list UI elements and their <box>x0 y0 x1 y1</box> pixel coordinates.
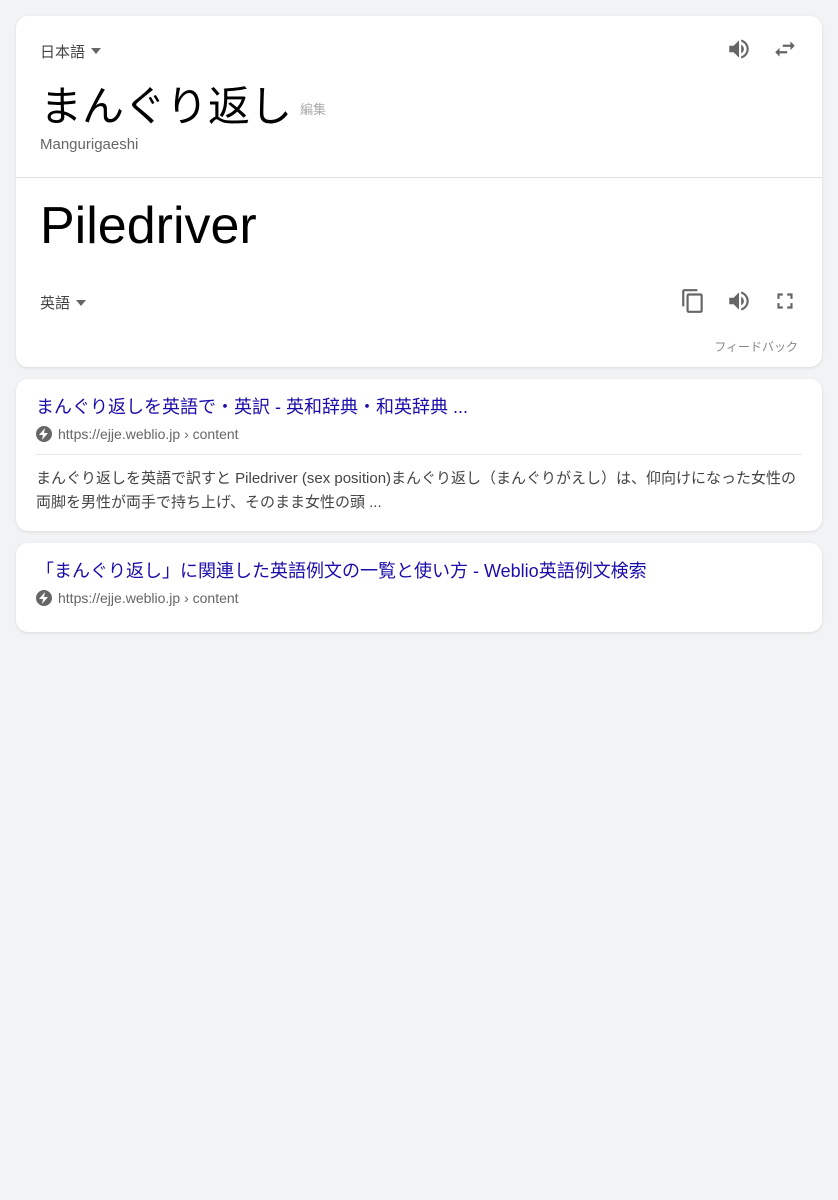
copy-icon[interactable] <box>680 288 706 318</box>
target-footer: 英語 <box>40 288 798 318</box>
search-result-2: 「まんぐり返し」に関連した英語例文の一覧と使い方 - Weblio英語例文検索 … <box>16 543 822 632</box>
lightning-icon-2 <box>36 590 52 606</box>
source-text: まんぐり返し編集 <box>40 82 798 132</box>
result-2-url: https://ejje.weblio.jp › content <box>58 590 239 606</box>
source-lang-dropdown-arrow <box>91 48 101 54</box>
target-language-label: 英語 <box>40 292 70 313</box>
feedback-label[interactable]: フィードバック <box>714 338 798 355</box>
translation-card: 日本語 まんぐり返し編集 Mangurigaeshi <box>16 16 822 367</box>
result-1-divider <box>36 454 802 455</box>
lightning-icon-1 <box>36 426 52 442</box>
target-speaker-icon[interactable] <box>726 288 752 318</box>
header-icon-group <box>726 36 798 66</box>
result-1-url-row: https://ejje.weblio.jp › content <box>36 426 802 442</box>
swap-languages-icon[interactable] <box>772 36 798 66</box>
source-section: 日本語 まんぐり返し編集 Mangurigaeshi <box>16 16 822 177</box>
result-2-url-row: https://ejje.weblio.jp › content <box>36 590 802 606</box>
source-language-label: 日本語 <box>40 41 85 62</box>
result-2-title[interactable]: 「まんぐり返し」に関連した英語例文の一覧と使い方 - Weblio英語例文検索 <box>36 559 802 584</box>
expand-icon[interactable] <box>772 288 798 318</box>
romanization: Mangurigaeshi <box>40 136 798 153</box>
target-lang-dropdown-arrow <box>76 300 86 306</box>
result-1-url: https://ejje.weblio.jp › content <box>58 426 239 442</box>
result-1-snippet: まんぐり返しを英語で訳すと Piledriver (sex position)ま… <box>36 467 802 515</box>
speaker-icon[interactable] <box>726 36 752 66</box>
target-language-selector[interactable]: 英語 <box>40 292 86 313</box>
feedback-row: フィードバック <box>16 334 822 367</box>
source-header: 日本語 <box>40 36 798 66</box>
target-section: Piledriver 英語 <box>16 178 822 333</box>
search-result-1: まんぐり返しを英語で・英訳 - 英和辞典・和英辞典 ... https://ej… <box>16 379 822 531</box>
edit-label[interactable]: 編集 <box>300 102 326 117</box>
result-1-title[interactable]: まんぐり返しを英語で・英訳 - 英和辞典・和英辞典 ... <box>36 395 802 420</box>
source-language-selector[interactable]: 日本語 <box>40 41 101 62</box>
translated-text: Piledriver <box>40 198 798 255</box>
target-icon-group <box>680 288 798 318</box>
